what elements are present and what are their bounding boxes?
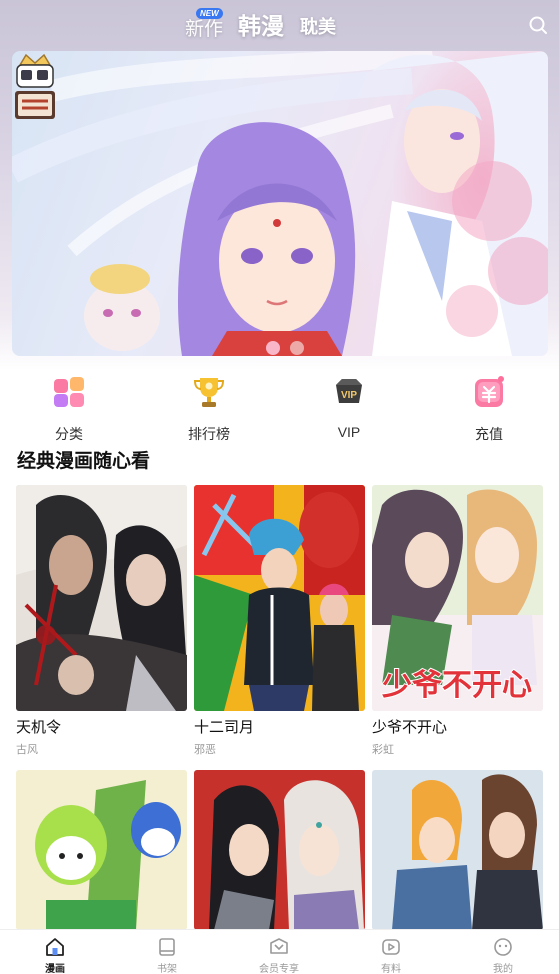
comic-cover-art [16, 485, 187, 711]
comic-cover-art [16, 770, 187, 930]
quick-ranking[interactable]: 排行榜 [169, 375, 249, 444]
nav-vip[interactable]: 会员专享 [244, 936, 314, 974]
quick-vip-label: VIP [337, 424, 361, 440]
comic-cover-title: 少爷不开心 [382, 669, 532, 702]
vip-crown-icon [270, 938, 288, 954]
comic-card[interactable]: 十二司月 邪恶 [194, 485, 365, 757]
new-badge: NEW [196, 8, 223, 19]
play-icon [382, 939, 400, 955]
quick-ranking-label: 排行榜 [188, 426, 230, 442]
comic-cover[interactable] [16, 770, 187, 930]
tab-bl[interactable]: 耽美 [300, 13, 336, 39]
comic-title: 少爷不开心 [372, 719, 448, 736]
comic-card[interactable] [194, 770, 365, 930]
nav-comics[interactable]: 漫画 [20, 936, 90, 974]
home-icon [46, 938, 64, 956]
comic-cover[interactable] [16, 485, 187, 711]
vip-icon: VIP [336, 379, 362, 403]
category-icon [54, 377, 84, 407]
nav-feed[interactable]: 有料 [356, 936, 426, 974]
comic-cover-art [372, 770, 543, 930]
comic-tag: 古风 [16, 744, 38, 756]
comic-cover[interactable]: 少爷不开心 [372, 485, 543, 711]
vip-icon-text: VIP [341, 390, 357, 401]
comic-card[interactable]: 少爷不开心 少爷不开心 彩虹 [372, 485, 543, 757]
quick-vip[interactable]: VIP VIP [309, 375, 389, 440]
banner-promo-logo [15, 53, 55, 119]
comic-card[interactable]: 天机令 古风 [16, 485, 187, 757]
comic-card[interactable] [372, 770, 543, 930]
comic-card[interactable] [16, 770, 187, 930]
comic-tag: 邪恶 [194, 744, 216, 756]
quick-category[interactable]: 分类 [29, 375, 109, 444]
comic-tag: 彩虹 [372, 744, 394, 756]
trophy-icon [193, 378, 225, 407]
banner-carousel[interactable] [12, 51, 548, 356]
nav-vip-label: 会员专享 [259, 964, 299, 974]
nav-comics-label: 漫画 [45, 964, 65, 974]
nav-bookshelf-label: 书架 [157, 964, 177, 974]
carousel-dot[interactable] [290, 341, 304, 355]
top-tab-bar: 新作 NEW 韩漫 耽美 [0, 0, 559, 50]
tab-korean-comics[interactable]: 韩漫 [238, 7, 284, 41]
comic-title: 天机令 [16, 719, 62, 736]
carousel-dot-active[interactable] [266, 341, 280, 355]
bookshelf-icon [159, 938, 175, 956]
profile-icon [494, 938, 512, 956]
quick-category-label: 分类 [55, 426, 83, 442]
bottom-nav: 漫画 书架 会员专享 有料 我的 [0, 929, 559, 974]
comic-cover[interactable] [194, 770, 365, 930]
nav-bookshelf[interactable]: 书架 [132, 936, 202, 974]
nav-profile-label: 我的 [493, 964, 513, 974]
banner-artwork [12, 51, 548, 356]
comic-cover-art [194, 485, 365, 711]
comic-cover-logo: 少爷不开心 [381, 668, 533, 703]
comic-title: 十二司月 [194, 719, 255, 736]
recharge-icon [475, 376, 504, 407]
quick-recharge-label: 充值 [475, 426, 503, 442]
section-title: 经典漫画随心看 [17, 451, 151, 472]
quick-recharge[interactable]: 充值 [449, 375, 529, 444]
comic-cover-art [194, 770, 365, 930]
comic-cover[interactable] [194, 485, 365, 711]
nav-feed-label: 有料 [381, 964, 401, 974]
comic-cover[interactable] [372, 770, 543, 930]
nav-profile[interactable]: 我的 [468, 936, 538, 974]
search-icon[interactable] [528, 15, 548, 35]
